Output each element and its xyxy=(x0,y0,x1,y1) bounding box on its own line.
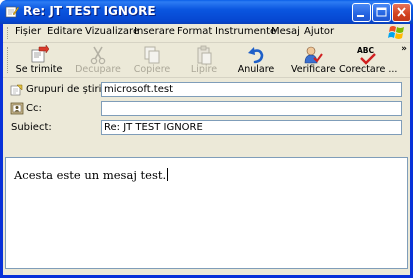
text-cursor xyxy=(167,168,169,181)
check-names-icon xyxy=(304,46,323,64)
paste-icon xyxy=(197,45,212,65)
cc-field[interactable] xyxy=(101,101,402,116)
message-headers: Grupuri de știri: microsoft.test Cc: Sub… xyxy=(3,78,410,154)
newsgroups-icon xyxy=(10,84,23,96)
maximize-icon xyxy=(376,7,387,17)
close-button[interactable] xyxy=(392,3,411,22)
menu-tools[interactable]: Instrumente xyxy=(215,26,276,37)
message-body-content: Acesta este un mesaj test. xyxy=(14,168,167,182)
toolbar-grip[interactable] xyxy=(7,47,11,73)
close-icon xyxy=(397,7,406,17)
minimize-icon xyxy=(357,15,364,17)
undo-button[interactable]: Anulare xyxy=(233,43,279,77)
copy-icon xyxy=(144,46,160,64)
menu-bar: Fișier Editare Vizualizare Inserare Form… xyxy=(3,24,410,43)
check-names-button[interactable]: Verificare xyxy=(291,43,336,77)
window-title: Re: JT TEST IGNORE xyxy=(23,4,156,18)
send-button[interactable]: Se trimite xyxy=(13,43,65,77)
title-bar[interactable]: Re: JT TEST IGNORE xyxy=(0,0,413,24)
svg-text:ABC: ABC xyxy=(357,46,375,55)
cut-button[interactable]: Decupare xyxy=(73,43,123,77)
minimize-button[interactable] xyxy=(352,3,371,22)
windows-logo-icon xyxy=(388,26,404,39)
menu-format[interactable]: Format xyxy=(177,26,212,37)
menu-help[interactable]: Ajutor xyxy=(304,26,334,37)
menu-view[interactable]: Vizualizare xyxy=(85,26,139,37)
paste-label: Lipire xyxy=(190,64,218,75)
menu-grip[interactable] xyxy=(7,27,11,39)
menu-message[interactable]: Mesaj xyxy=(271,26,300,37)
message-body-text: Acesta este un mesaj test. xyxy=(14,168,169,182)
undo-icon xyxy=(248,47,264,64)
window-frame: Fișier Editare Vizualizare Inserare Form… xyxy=(3,24,410,275)
cut-label: Decupare xyxy=(75,64,121,75)
undo-label: Anulare xyxy=(237,64,275,75)
spelling-button[interactable]: ABC Corectare ... xyxy=(339,43,398,77)
message-body-editor[interactable]: Acesta este un mesaj test. xyxy=(5,157,408,269)
copy-button[interactable]: Copiere xyxy=(127,43,177,77)
newsgroups-label: Grupuri de știri: xyxy=(26,84,105,95)
menu-edit[interactable]: Editare xyxy=(47,26,83,37)
subject-field[interactable]: Re: JT TEST IGNORE xyxy=(101,120,402,135)
copy-label: Copiere xyxy=(133,64,171,75)
send-label: Se trimite xyxy=(15,64,63,75)
spelling-icon: ABC xyxy=(357,46,376,65)
compose-window: Re: JT TEST IGNORE Fișier Editare Vizual… xyxy=(0,0,413,278)
cc-label: Cc: xyxy=(26,103,42,114)
subject-label: Subiect: xyxy=(11,122,52,133)
menu-file[interactable]: Fișier xyxy=(15,26,41,37)
newsgroups-field[interactable]: microsoft.test xyxy=(101,82,402,97)
send-icon xyxy=(31,45,49,63)
scissors-icon xyxy=(90,46,106,65)
compose-message-icon xyxy=(5,6,19,18)
address-book-icon[interactable] xyxy=(10,102,24,115)
check-names-label: Verificare xyxy=(291,64,336,75)
menu-insert[interactable]: Inserare xyxy=(134,26,175,37)
spelling-label: Corectare ... xyxy=(339,64,398,75)
maximize-button[interactable] xyxy=(372,3,391,22)
toolbar-overflow-chevron-icon[interactable]: » xyxy=(401,44,407,54)
toolbar: Se trimite Decupare Copiere Lipire Anula… xyxy=(3,43,410,78)
paste-button[interactable]: Lipire xyxy=(181,43,227,77)
